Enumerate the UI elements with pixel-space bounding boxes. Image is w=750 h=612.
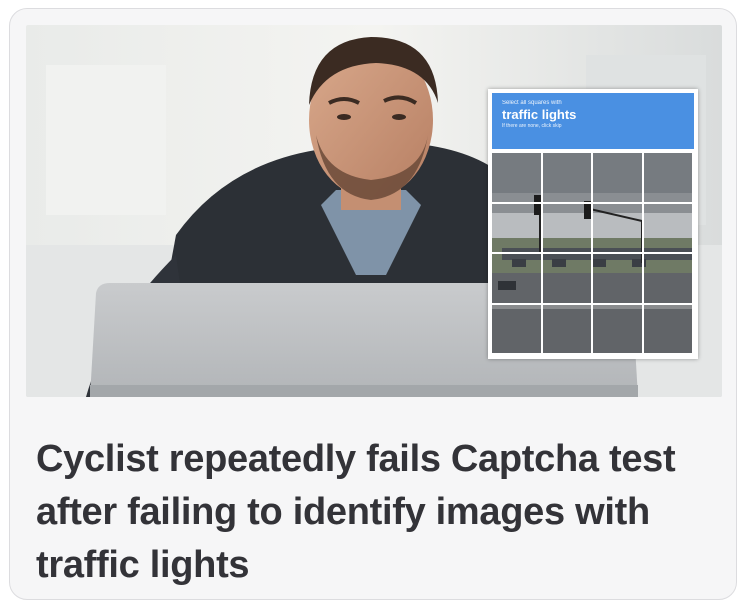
article-headline[interactable]: Cyclist repeatedly fails Captcha test af… (36, 433, 716, 592)
captcha-image-grid[interactable] (492, 153, 694, 355)
captcha-hint: If there are none, click skip (502, 123, 562, 129)
captcha-instruction: Select all squares with (502, 100, 562, 106)
article-photo[interactable]: Select all squares with traffic lights I… (26, 25, 722, 397)
captcha-target-label: traffic lights (502, 107, 577, 122)
captcha-grid-lines (492, 153, 694, 355)
captcha-header: Select all squares with traffic lights I… (492, 93, 694, 149)
news-card[interactable]: Select all squares with traffic lights I… (9, 8, 737, 600)
captcha-widget[interactable]: Select all squares with traffic lights I… (488, 89, 698, 359)
